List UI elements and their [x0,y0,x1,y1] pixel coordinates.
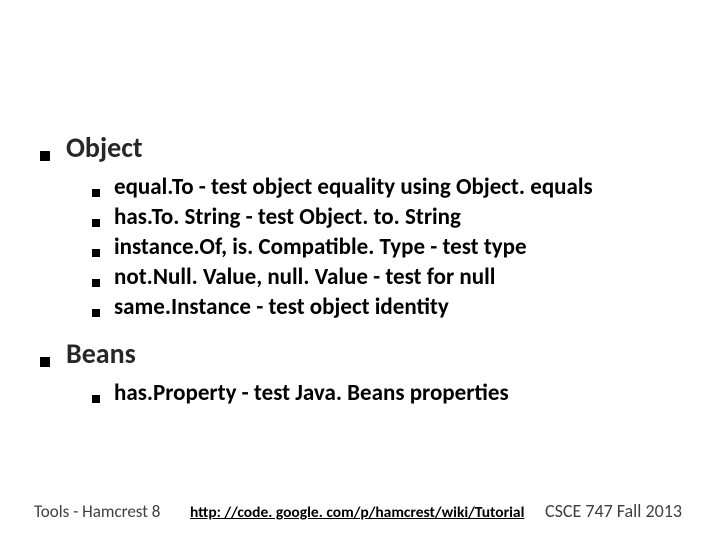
section-heading-object: Object [40,130,680,165]
list-item: equal.To - test object equality using Ob… [92,173,680,203]
item-text: has.Property - test Java. Beans properti… [114,379,680,409]
square-bullet-icon [40,151,50,161]
list-item: has.Property - test Java. Beans properti… [92,379,680,409]
list-item: not.Null. Value, null. Value - test for … [92,263,680,293]
square-bullet-icon [92,395,100,403]
list-item: same.Instance - test object identity [92,293,680,323]
content-area: Object equal.To - test object equality u… [40,130,680,423]
heading-text: Object [66,130,143,165]
item-text: has.To. String - test Object. to. String [114,203,680,233]
item-text: instance.Of, is. Compatible. Type - test… [114,233,680,263]
item-text: same.Instance - test object identity [114,293,680,323]
footer-left: Tools - Hamcrest 8 [34,501,160,522]
footer-right: CSCE 747 Fall 2013 [545,500,682,522]
beans-items: has.Property - test Java. Beans properti… [40,379,680,409]
heading-text: Beans [66,336,136,371]
square-bullet-icon [92,309,100,317]
footer-link[interactable]: http: //code. google. com/p/hamcrest/wik… [190,503,524,522]
square-bullet-icon [40,357,50,367]
list-item: instance.Of, is. Compatible. Type - test… [92,233,680,263]
footer: Tools - Hamcrest 8 http: //code. google.… [0,496,720,522]
object-items: equal.To - test object equality using Ob… [40,173,680,322]
square-bullet-icon [92,249,100,257]
square-bullet-icon [92,219,100,227]
slide: Object equal.To - test object equality u… [0,0,720,540]
square-bullet-icon [92,279,100,287]
section-heading-beans: Beans [40,336,680,371]
square-bullet-icon [92,189,100,197]
item-text: equal.To - test object equality using Ob… [114,173,680,203]
list-item: has.To. String - test Object. to. String [92,203,680,233]
item-text: not.Null. Value, null. Value - test for … [114,263,680,293]
